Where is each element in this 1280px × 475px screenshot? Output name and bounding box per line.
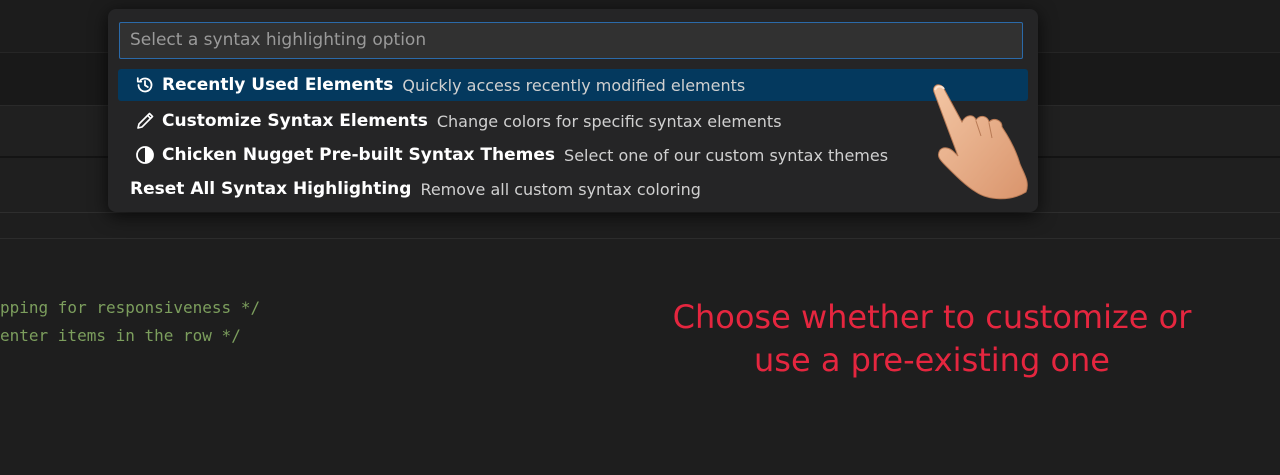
quick-pick-input[interactable]: Select a syntax highlighting option bbox=[119, 22, 1023, 59]
quick-pick-item-description: Select one of our custom syntax themes bbox=[564, 145, 889, 165]
half-circle-theme-icon bbox=[134, 144, 156, 166]
caption-line: use a pre-existing one bbox=[754, 341, 1110, 379]
syntax-quick-pick: Select a syntax highlighting option Rece… bbox=[108, 9, 1038, 212]
history-icon bbox=[134, 74, 156, 96]
code-comment-line: pping for responsiveness */ bbox=[0, 298, 261, 317]
quick-pick-item-label: Recently Used Elements bbox=[162, 75, 394, 95]
code-comment-line: enter items in the row */ bbox=[0, 326, 241, 345]
quick-pick-item-description: Remove all custom syntax coloring bbox=[420, 179, 701, 199]
quick-pick-item-recently-used[interactable]: Recently Used Elements Quickly access re… bbox=[118, 69, 1028, 101]
quick-pick-item-prebuilt-themes[interactable]: Chicken Nugget Pre-built Syntax Themes S… bbox=[118, 139, 1028, 171]
pointing-hand-icon bbox=[933, 84, 1028, 200]
tutorial-caption: Choose whether to customize or use a pre… bbox=[620, 296, 1244, 382]
quick-pick-item-label: Chicken Nugget Pre-built Syntax Themes bbox=[162, 145, 556, 165]
quick-pick-item-description: Change colors for specific syntax elemen… bbox=[436, 111, 782, 131]
quick-pick-item-reset[interactable]: Reset All Syntax Highlighting Remove all… bbox=[118, 173, 1028, 205]
caption-line: Choose whether to customize or bbox=[672, 298, 1192, 336]
quick-pick-item-label: Reset All Syntax Highlighting bbox=[130, 179, 412, 199]
divider bbox=[0, 238, 1280, 239]
quick-pick-item-label: Customize Syntax Elements bbox=[162, 111, 428, 131]
quick-pick-item-description: Quickly access recently modified element… bbox=[402, 75, 746, 95]
pencil-icon bbox=[134, 110, 156, 132]
screen: pping for responsiveness */ enter items … bbox=[0, 0, 1280, 475]
quick-pick-item-customize[interactable]: Customize Syntax Elements Change colors … bbox=[118, 105, 1028, 137]
